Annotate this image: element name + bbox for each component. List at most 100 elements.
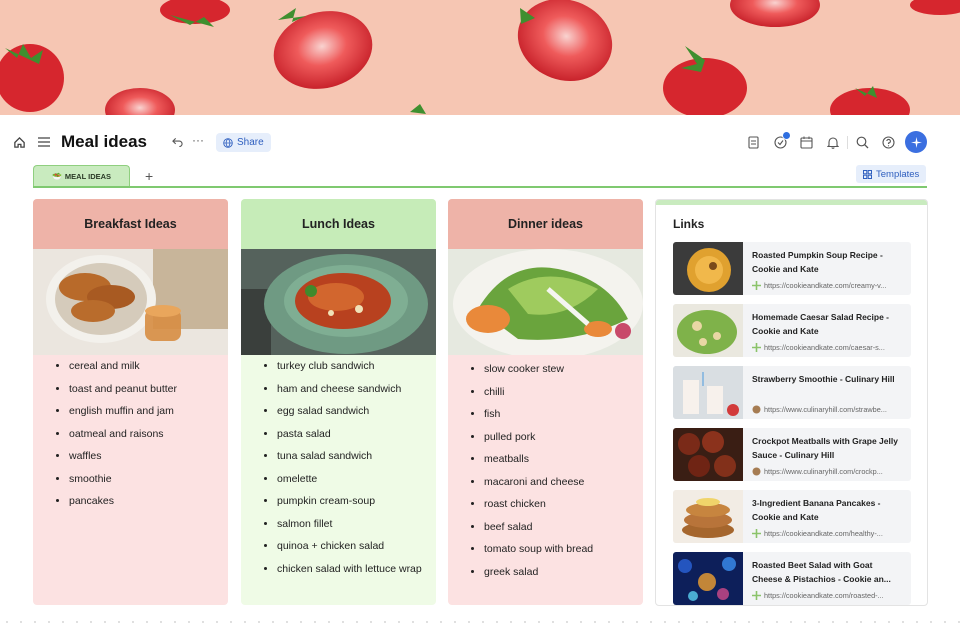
column-title: Dinner ideas bbox=[448, 199, 643, 249]
add-tab-button[interactable]: + bbox=[145, 168, 153, 184]
link-url: https://www.culinaryhill.com/crockp... bbox=[752, 467, 904, 476]
list-item: tuna salad sandwich bbox=[277, 449, 422, 463]
link-card[interactable]: Crockpot Meatballs with Grape Jelly Sauc… bbox=[673, 428, 911, 481]
bell-icon[interactable] bbox=[823, 132, 843, 152]
salad-icon: 🥗 bbox=[51, 171, 62, 181]
ai-assistant-button[interactable] bbox=[905, 131, 927, 153]
search-icon[interactable] bbox=[852, 132, 872, 152]
link-card[interactable]: Homemade Caesar Salad Recipe - Cookie an… bbox=[673, 304, 911, 357]
list-item: salmon fillet bbox=[277, 517, 422, 531]
dinner-column: Dinner ideas slow cooker stew chilli fis… bbox=[448, 199, 643, 605]
home-icon[interactable] bbox=[9, 132, 29, 152]
list-item: tomato soup with bread bbox=[484, 542, 629, 556]
link-url: https://cookieandkate.com/healthy-... bbox=[752, 529, 904, 538]
more-icon[interactable]: ··· bbox=[188, 130, 208, 150]
strawberry-pattern bbox=[0, 0, 960, 115]
page-title: Meal ideas bbox=[61, 132, 147, 151]
link-url: https://cookieandkate.com/creamy-v... bbox=[752, 281, 904, 290]
list-item: english muffin and jam bbox=[69, 404, 214, 418]
lunch-column: Lunch Ideas turkey club sandwich ham and… bbox=[241, 199, 436, 605]
tab-meal-ideas[interactable]: 🥗 MEAL IDEAS bbox=[33, 165, 130, 186]
list-item: turkey club sandwich bbox=[277, 359, 422, 373]
strawberry-whole bbox=[910, 0, 960, 15]
strawberry-whole bbox=[0, 44, 64, 112]
column-title: Lunch Ideas bbox=[241, 199, 436, 249]
link-url: https://cookieandkate.com/caesar-s... bbox=[752, 343, 904, 352]
list-item: toast and peanut butter bbox=[69, 382, 214, 396]
list-item: chilli bbox=[484, 385, 629, 399]
link-title: Crockpot Meatballs with Grape Jelly Sauc… bbox=[752, 436, 898, 460]
link-card[interactable]: Strawberry Smoothie - Culinary Hill http… bbox=[673, 366, 911, 419]
link-title: 3-Ingredient Banana Pancakes - Cookie an… bbox=[752, 498, 881, 522]
spark-icon bbox=[910, 136, 922, 148]
breakfast-image bbox=[33, 249, 228, 355]
undo-icon[interactable] bbox=[167, 132, 187, 152]
list-item: meatballs bbox=[484, 452, 629, 466]
link-url-text: https://cookieandkate.com/caesar-s... bbox=[764, 343, 885, 352]
dinner-list: slow cooker stew chilli fish pulled pork… bbox=[448, 355, 643, 579]
globe-icon bbox=[223, 137, 233, 148]
cookie-and-kate-favicon bbox=[752, 281, 761, 290]
list-item: slow cooker stew bbox=[484, 362, 629, 376]
calendar-icon[interactable] bbox=[796, 132, 816, 152]
list-item: pulled pork bbox=[484, 430, 629, 444]
link-card[interactable]: Roasted Pumpkin Soup Recipe - Cookie and… bbox=[673, 242, 911, 295]
list-item: roast chicken bbox=[484, 497, 629, 511]
list-item: oatmeal and raisons bbox=[69, 427, 214, 441]
list-item: cereal and milk bbox=[69, 359, 214, 373]
strawberry-half bbox=[105, 88, 175, 115]
templates-icon bbox=[863, 169, 872, 179]
link-url-text: https://cookieandkate.com/healthy-... bbox=[764, 529, 883, 538]
link-thumbnail bbox=[673, 428, 743, 481]
tab-label: MEAL IDEAS bbox=[64, 171, 112, 181]
culinary-hill-favicon bbox=[752, 405, 761, 414]
links-panel-accent bbox=[656, 200, 927, 205]
cookie-and-kate-favicon bbox=[752, 529, 761, 538]
culinary-hill-favicon bbox=[752, 467, 761, 476]
dinner-image bbox=[448, 249, 643, 355]
list-item: pasta salad bbox=[277, 427, 422, 441]
menu-icon[interactable] bbox=[34, 132, 54, 152]
lunch-image bbox=[241, 249, 436, 355]
column-title: Breakfast Ideas bbox=[33, 199, 228, 249]
cover-banner bbox=[0, 0, 960, 115]
link-thumbnail bbox=[673, 242, 743, 295]
link-card[interactable]: Roasted Beet Salad with Goat Cheese & Pi… bbox=[673, 552, 911, 605]
share-button[interactable]: Share bbox=[216, 133, 271, 152]
list-item: pancakes bbox=[69, 494, 214, 508]
templates-label: Templates bbox=[876, 168, 920, 180]
link-url: https://cookieandkate.com/roasted-... bbox=[752, 591, 904, 600]
list-item: quinoa + chicken salad bbox=[277, 539, 422, 553]
list-item: omelette bbox=[277, 472, 422, 486]
link-url-text: https://www.culinaryhill.com/strawbe... bbox=[764, 405, 887, 414]
share-label: Share bbox=[237, 137, 264, 148]
strawberry-half bbox=[730, 0, 820, 27]
doc-icon[interactable] bbox=[743, 132, 763, 152]
strawberry-whole bbox=[830, 86, 910, 115]
list-item: macaroni and cheese bbox=[484, 475, 629, 489]
strawberry-whole bbox=[663, 46, 747, 115]
list-item: egg salad sandwich bbox=[277, 404, 422, 418]
list-item: fish bbox=[484, 407, 629, 421]
list-item: waffles bbox=[69, 449, 214, 463]
strawberry-whole bbox=[160, 0, 230, 27]
links-title: Links bbox=[673, 217, 705, 231]
toolbar-divider bbox=[847, 136, 848, 149]
list-item: chicken salad with lettuce wrap bbox=[277, 562, 422, 576]
templates-button[interactable]: Templates bbox=[856, 165, 927, 183]
list-item: greek salad bbox=[484, 565, 629, 579]
link-card[interactable]: 3-Ingredient Banana Pancakes - Cookie an… bbox=[673, 490, 911, 543]
cookie-and-kate-favicon bbox=[752, 343, 761, 352]
tab-underline bbox=[33, 186, 927, 188]
help-icon[interactable] bbox=[878, 132, 898, 152]
link-url-text: https://cookieandkate.com/creamy-v... bbox=[764, 281, 887, 290]
list-item: pumpkin cream-soup bbox=[277, 494, 422, 508]
canvas-dot-grid bbox=[0, 615, 960, 630]
link-thumbnail bbox=[673, 304, 743, 357]
list-item: beef salad bbox=[484, 520, 629, 534]
strawberry-half bbox=[517, 0, 613, 82]
list-item: smoothie bbox=[69, 472, 214, 486]
list-item: ham and cheese sandwich bbox=[277, 382, 422, 396]
link-thumbnail bbox=[673, 366, 743, 419]
link-url-text: https://www.culinaryhill.com/crockp... bbox=[764, 467, 883, 476]
